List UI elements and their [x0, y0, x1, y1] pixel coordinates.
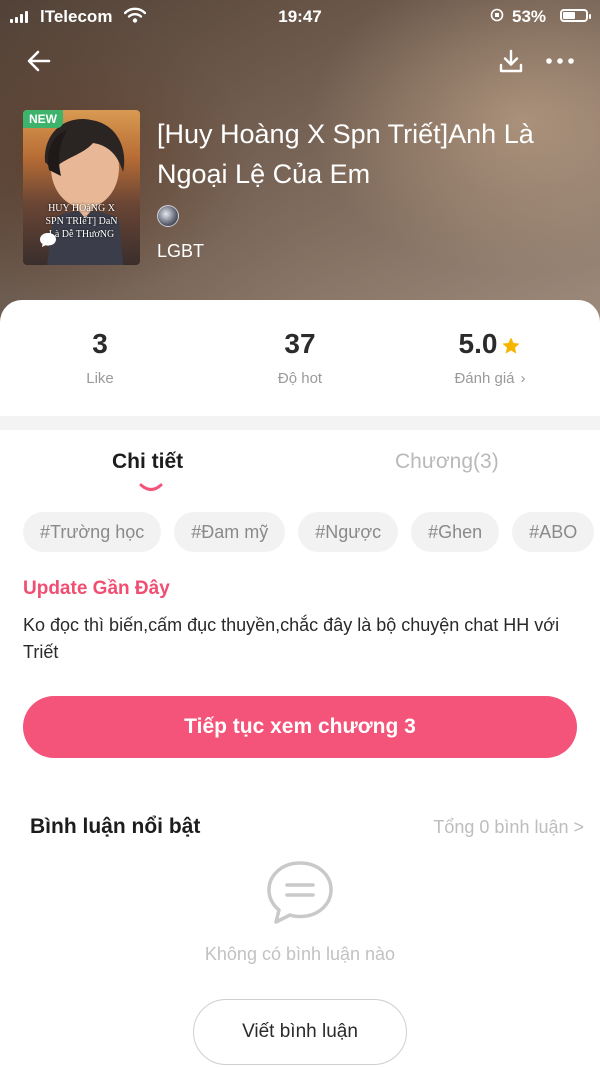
write-comment-button[interactable]: Viết bình luận: [193, 999, 407, 1065]
comments-total-link[interactable]: Tổng 0 bình luận >: [433, 817, 584, 838]
stat-rating[interactable]: 5.0 Đánh giá ›: [400, 326, 580, 388]
book-category[interactable]: LGBT: [157, 241, 204, 262]
battery-icon: [560, 9, 591, 22]
stat-hot: 37 Độ hot: [200, 326, 400, 387]
tag-item[interactable]: #Ghen: [411, 512, 500, 552]
tag-item[interactable]: #Trường học: [23, 512, 162, 552]
chevron-right-icon: ›: [520, 370, 526, 387]
new-badge: NEW: [23, 110, 63, 128]
tag-item[interactable]: #Đam mỹ: [174, 512, 286, 552]
stats-row: 3 Like 37 Độ hot 5.0 Đánh giá ›: [0, 300, 600, 416]
clock: 19:47: [278, 7, 322, 26]
star-icon: [502, 337, 521, 354]
book-title: [Huy Hoàng X Spn Triết]Anh Là Ngoại Lệ C…: [157, 119, 534, 189]
likes-value: 3: [92, 328, 108, 359]
tab-details[interactable]: Chi tiết: [112, 450, 183, 474]
download-icon[interactable]: [496, 46, 526, 76]
book-cover[interactable]: NEW HUY HOàNG X SPN TRIếT] DaN Là Dễ THư…: [23, 110, 140, 265]
chat-bubble-icon: [40, 233, 56, 247]
battery-percent: 53%: [512, 7, 547, 26]
rating-label: Đánh giá: [454, 370, 515, 387]
tag-item[interactable]: #Ngược: [298, 512, 399, 552]
orientation-lock-icon: [490, 8, 504, 22]
arrow-left-icon[interactable]: [22, 44, 56, 78]
chat-bubble-icon: [267, 861, 333, 924]
likes-label: Like: [86, 370, 114, 387]
tag-list: #Trường học #Đam mỹ #Ngược #Ghen #ABO: [23, 512, 600, 552]
comments-section-title: Bình luận nổi bật: [30, 815, 201, 838]
active-tab-indicator: [139, 483, 163, 491]
stat-likes[interactable]: 3 Like: [0, 326, 200, 387]
tab-bar: Chi tiết Chương(3): [0, 430, 600, 500]
rating-label-link[interactable]: Đánh giá ›: [454, 370, 525, 387]
section-divider: [0, 416, 600, 430]
status-bar: lTelecom 19:47 53%: [0, 0, 600, 32]
empty-comments-text: Không có bình luận nào: [204, 944, 396, 964]
update-text: Ko đọc thì biến,cấm đục thuyền,chắc đây …: [23, 615, 560, 662]
tab-chapters[interactable]: Chương(3): [395, 450, 499, 474]
more-horizontal-icon[interactable]: [542, 46, 578, 76]
hot-value: 37: [284, 328, 316, 359]
author-avatar[interactable]: [157, 205, 179, 227]
rating-value: 5.0: [458, 328, 498, 359]
update-title: Update Gần Đây: [23, 578, 170, 599]
hot-label: Độ hot: [277, 370, 323, 387]
continue-reading-button[interactable]: Tiếp tục xem chương 3: [23, 696, 577, 758]
tag-item[interactable]: #ABO: [512, 512, 595, 552]
